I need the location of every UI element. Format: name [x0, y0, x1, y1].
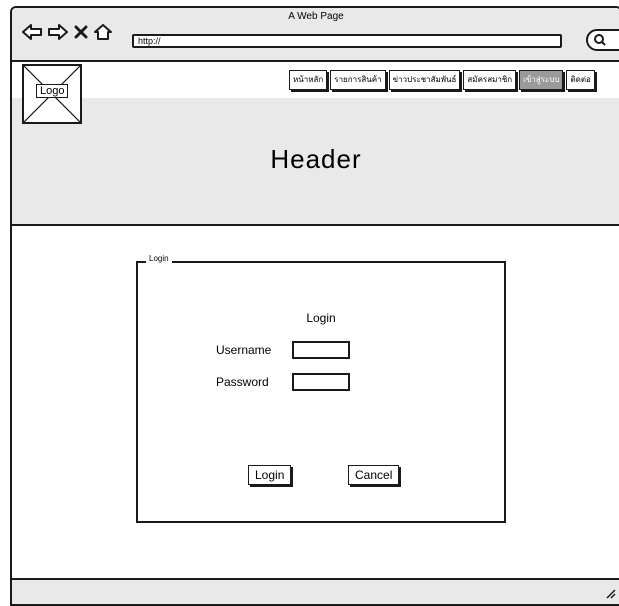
- main-menu: หน้าหลัก รายการสินค้า ข่าวประชาสัมพันธ์ …: [289, 70, 595, 90]
- page-header: Logo หน้าหลัก รายการสินค้า ข่าวประชาสัมพ…: [12, 62, 619, 226]
- status-bar: [12, 578, 619, 604]
- search-icon: [594, 33, 606, 52]
- logo-label: Logo: [36, 84, 69, 98]
- header-title: Header: [270, 144, 362, 174]
- username-label: Username: [216, 343, 272, 357]
- menu-item-register[interactable]: สมัครสมาชิก: [463, 70, 517, 90]
- logo: Logo: [22, 64, 82, 124]
- home-icon[interactable]: [94, 24, 112, 40]
- browser-toolbar: A Web Page http://: [12, 8, 619, 62]
- password-row: Password: [216, 373, 350, 391]
- menu-item-contact[interactable]: ติดต่อ: [566, 70, 595, 90]
- search-button[interactable]: [586, 29, 619, 51]
- menu-item-news[interactable]: ข่าวประชาสัมพันธ์: [388, 70, 461, 90]
- cancel-button[interactable]: Cancel: [348, 465, 400, 485]
- window-title: A Web Page: [288, 11, 344, 22]
- username-row: Username: [216, 341, 350, 359]
- login-fieldset: Login Login Username Password Login Canc…: [136, 254, 506, 523]
- password-label: Password: [216, 375, 269, 389]
- password-input[interactable]: [292, 373, 350, 391]
- address-bar[interactable]: http://: [132, 34, 562, 48]
- forward-arrow-icon[interactable]: [48, 24, 68, 40]
- username-input[interactable]: [292, 341, 350, 359]
- menu-item-products[interactable]: รายการสินค้า: [330, 70, 386, 90]
- login-button[interactable]: Login: [248, 465, 292, 485]
- close-icon[interactable]: [74, 25, 88, 39]
- navigation-controls: [22, 24, 112, 40]
- browser-window: A Web Page http:// Logo หน้าหลัก รายการส…: [10, 6, 619, 606]
- resize-grip-icon[interactable]: [604, 586, 616, 604]
- menu-item-login[interactable]: เข้าสู่ระบบ: [519, 70, 564, 90]
- menu-item-home[interactable]: หน้าหลัก: [289, 70, 328, 90]
- login-title: Login: [306, 311, 336, 325]
- login-legend: Login: [146, 254, 172, 263]
- back-arrow-icon[interactable]: [22, 24, 42, 40]
